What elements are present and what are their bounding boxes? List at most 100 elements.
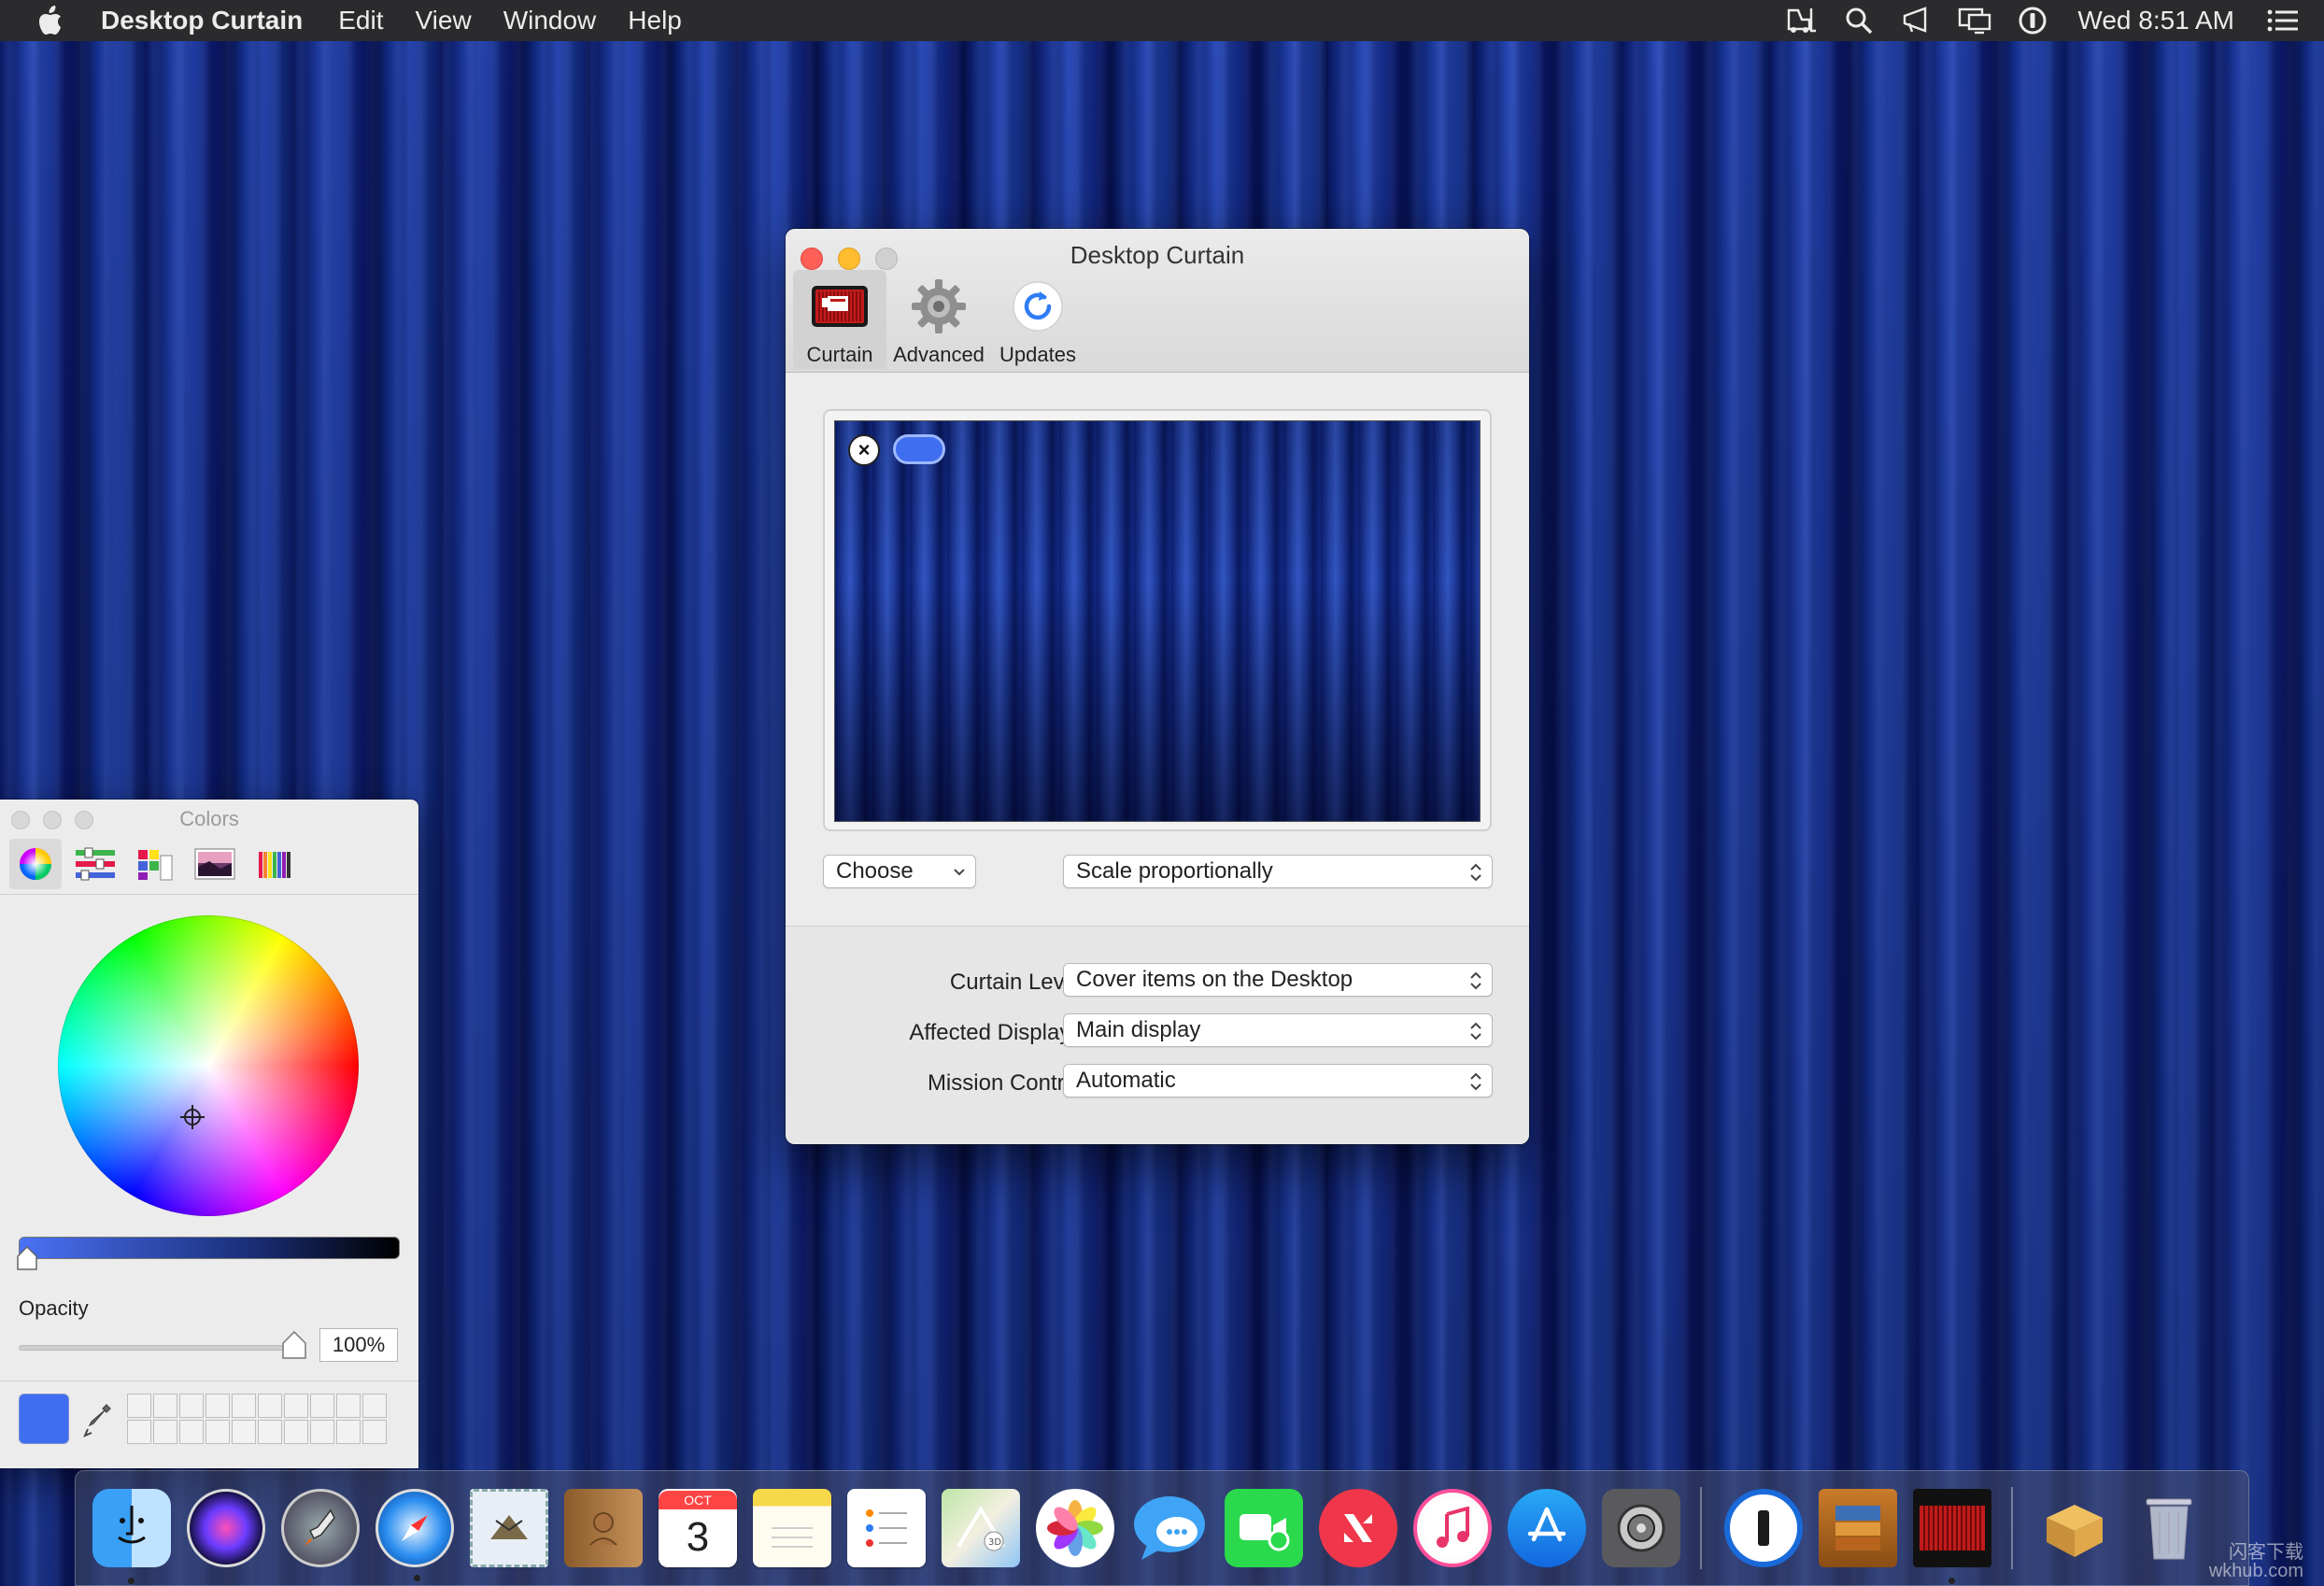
empty-swatch[interactable] — [153, 1420, 177, 1444]
opacity-label: Opacity — [19, 1296, 89, 1320]
sliders-icon[interactable] — [69, 839, 121, 889]
finder-icon[interactable] — [92, 1489, 171, 1584]
desktop-curtain-icon[interactable] — [1913, 1489, 1991, 1584]
watermark-line2: wkhub.com — [2208, 1561, 2303, 1581]
apple-menu-icon[interactable] — [37, 5, 67, 36]
onepassword-icon[interactable] — [2016, 6, 2049, 35]
affected-displays-label: Affected Displays: — [909, 1020, 1088, 1045]
opacity-slider-knob[interactable] — [282, 1331, 306, 1359]
tab-updates[interactable]: Updates — [991, 270, 1084, 369]
dock-divider — [1700, 1487, 1702, 1569]
empty-swatch[interactable] — [258, 1420, 282, 1444]
affected-displays-popup[interactable]: Main display — [1063, 1013, 1493, 1047]
contacts-icon[interactable] — [564, 1489, 643, 1567]
maps-icon[interactable]: 3D — [942, 1489, 1020, 1567]
empty-swatch[interactable] — [153, 1394, 177, 1418]
app-menu[interactable]: Desktop Curtain — [101, 6, 303, 35]
status-area: Wed 8:51 AM — [1784, 6, 2324, 35]
preferences-window: Desktop Curtain Curtain Advanced Updates… — [786, 229, 1529, 1144]
menu-clock[interactable]: Wed 8:51 AM — [2077, 6, 2234, 35]
opacity-field[interactable]: 100% — [319, 1328, 398, 1362]
scaling-popup[interactable]: Scale proportionally — [1063, 855, 1493, 888]
siri-icon[interactable] — [187, 1489, 265, 1567]
curtain-icon — [810, 277, 870, 335]
launchpad-icon[interactable] — [281, 1489, 360, 1567]
empty-swatch[interactable] — [284, 1394, 308, 1418]
news-icon[interactable] — [1319, 1489, 1397, 1567]
palettes-icon[interactable] — [129, 839, 181, 889]
color-swatches — [127, 1394, 387, 1444]
empty-swatch[interactable] — [232, 1394, 256, 1418]
menu-view[interactable]: View — [416, 6, 472, 35]
color-wheel[interactable] — [58, 915, 359, 1216]
empty-swatch[interactable] — [205, 1420, 230, 1444]
mail-icon[interactable] — [470, 1489, 548, 1567]
empty-swatch[interactable] — [362, 1420, 387, 1444]
color-wheel-icon[interactable] — [9, 839, 62, 889]
search-icon[interactable] — [1842, 6, 1876, 35]
image-palette-icon[interactable] — [189, 839, 241, 889]
brightness-slider[interactable] — [19, 1237, 400, 1259]
empty-swatch[interactable] — [362, 1394, 387, 1418]
curtain-preview-image[interactable]: × — [834, 420, 1481, 822]
notes-icon[interactable] — [753, 1489, 831, 1567]
choose-image-popup[interactable]: Choose — [823, 855, 976, 888]
facetime-icon[interactable] — [1225, 1489, 1303, 1567]
empty-swatch[interactable] — [310, 1420, 334, 1444]
trash-icon[interactable] — [2130, 1489, 2208, 1567]
control-center-icon[interactable] — [2266, 6, 2300, 35]
installer-icon[interactable] — [2035, 1489, 2114, 1567]
curtain-color-swatch[interactable] — [893, 434, 945, 464]
calendar-month: OCT — [659, 1491, 737, 1509]
eyedropper-icon[interactable] — [82, 1401, 114, 1438]
reminders-icon[interactable] — [847, 1489, 926, 1567]
empty-swatch[interactable] — [310, 1394, 334, 1418]
calendar-day: 3 — [686, 1514, 710, 1560]
empty-swatch[interactable] — [127, 1394, 151, 1418]
brightness-slider-knob[interactable] — [17, 1246, 37, 1270]
empty-swatch[interactable] — [127, 1420, 151, 1444]
empty-swatch[interactable] — [258, 1394, 282, 1418]
curtain-level-popup[interactable]: Cover items on the Desktop — [1063, 963, 1493, 997]
mission-control-popup[interactable]: Automatic — [1063, 1064, 1493, 1097]
tab-curtain[interactable]: Curtain — [793, 270, 886, 369]
colors-toolbar — [9, 839, 301, 889]
tab-advanced[interactable]: Advanced — [892, 270, 985, 369]
colors-toolbar-divider — [0, 894, 418, 895]
menu-bar: Desktop Curtain Edit View Window Help We… — [0, 0, 2324, 41]
empty-swatch[interactable] — [284, 1420, 308, 1444]
itunes-icon[interactable] — [1413, 1489, 1492, 1567]
colors-titlebar: Colors — [0, 800, 418, 839]
crosshair-icon[interactable] — [179, 1104, 205, 1130]
menu-window[interactable]: Window — [503, 6, 597, 35]
empty-swatch[interactable] — [179, 1394, 204, 1418]
system-preferences-icon[interactable] — [1602, 1489, 1680, 1567]
current-color-well[interactable] — [19, 1394, 69, 1444]
menu-help[interactable]: Help — [628, 6, 682, 35]
menu-edit[interactable]: Edit — [338, 6, 383, 35]
remove-image-icon[interactable]: × — [848, 434, 880, 466]
empty-swatch[interactable] — [205, 1394, 230, 1418]
archive-utility-icon[interactable] — [1819, 1489, 1897, 1567]
running-indicator — [128, 1578, 135, 1584]
app-store-icon[interactable] — [1508, 1489, 1586, 1567]
safari-icon[interactable] — [376, 1489, 454, 1581]
curtain-level-label: Curtain Level: — [949, 970, 1088, 995]
photos-icon[interactable] — [1036, 1489, 1114, 1567]
opacity-slider[interactable] — [19, 1345, 305, 1351]
messages-icon[interactable] — [1130, 1489, 1209, 1567]
empty-swatch[interactable] — [336, 1420, 361, 1444]
scaling-value: Scale proportionally — [1076, 858, 1273, 884]
empty-swatch[interactable] — [232, 1420, 256, 1444]
curtain-preview-frame: × — [823, 409, 1492, 831]
forklift-icon[interactable] — [1784, 6, 1818, 35]
tab-curtain-label: Curtain — [806, 343, 873, 366]
empty-swatch[interactable] — [179, 1420, 204, 1444]
display-mirroring-icon[interactable] — [1958, 6, 1991, 35]
dock: OCT 3 3D — [75, 1470, 2249, 1586]
empty-swatch[interactable] — [336, 1394, 361, 1418]
pencils-icon[interactable] — [248, 839, 301, 889]
calendar-icon[interactable]: OCT 3 — [659, 1489, 737, 1567]
megaphone-icon[interactable] — [1900, 6, 1934, 35]
onepassword-icon[interactable] — [1724, 1489, 1803, 1567]
